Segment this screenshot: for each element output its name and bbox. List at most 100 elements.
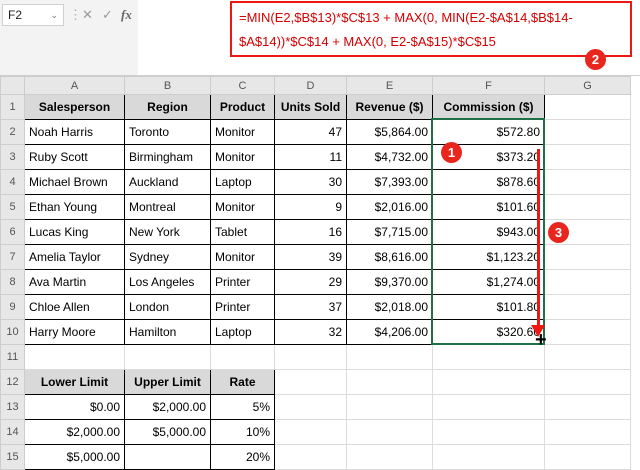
cell[interactable]: Lucas King xyxy=(24,219,125,245)
cell[interactable]: Sydney xyxy=(124,244,211,270)
row-number[interactable]: 1 xyxy=(0,94,25,120)
cell[interactable]: Amelia Taylor xyxy=(24,244,125,270)
header-cell[interactable]: Commission ($) xyxy=(432,94,545,120)
name-box[interactable]: F2 ⌄ xyxy=(2,4,64,26)
cell[interactable]: Monitor xyxy=(210,194,275,220)
cell[interactable]: 29 xyxy=(274,269,347,295)
cell[interactable]: Montreal xyxy=(124,194,211,220)
cell[interactable] xyxy=(124,344,211,370)
cell[interactable] xyxy=(544,269,631,295)
column-letter-a[interactable]: A xyxy=(24,76,125,95)
cell[interactable]: Laptop xyxy=(210,319,275,345)
cell[interactable]: Ruby Scott xyxy=(24,144,125,170)
cell[interactable]: $1,274.00 xyxy=(432,269,545,295)
cell[interactable]: $4,732.00 xyxy=(346,144,433,170)
cell[interactable] xyxy=(346,419,433,445)
cell[interactable]: 47 xyxy=(274,119,347,145)
cell[interactable]: $2,018.00 xyxy=(346,294,433,320)
cell[interactable]: $2,000.00 xyxy=(124,394,211,420)
cell[interactable]: 16 xyxy=(274,219,347,245)
insert-function-icon[interactable]: fx xyxy=(121,7,132,23)
cell[interactable]: Michael Brown xyxy=(24,169,125,195)
cell[interactable]: $2,000.00 xyxy=(24,419,125,445)
cell[interactable] xyxy=(544,144,631,170)
cell[interactable]: Monitor xyxy=(210,119,275,145)
cell[interactable]: $943.00 xyxy=(432,219,545,245)
cell[interactable] xyxy=(432,419,545,445)
cell[interactable]: Auckland xyxy=(124,169,211,195)
cell[interactable]: Printer xyxy=(210,294,275,320)
cell[interactable] xyxy=(274,369,347,395)
cell[interactable] xyxy=(544,319,631,345)
row-number[interactable]: 10 xyxy=(0,319,25,345)
column-letter-b[interactable]: B xyxy=(124,76,211,95)
cell[interactable] xyxy=(544,244,631,270)
row-number[interactable]: 15 xyxy=(0,444,25,470)
header-cell[interactable]: Upper Limit xyxy=(124,369,211,395)
cell[interactable]: Chloe Allen xyxy=(24,294,125,320)
cell[interactable] xyxy=(346,369,433,395)
cell[interactable]: Laptop xyxy=(210,169,275,195)
row-number[interactable]: 14 xyxy=(0,419,25,445)
cell[interactable]: $5,000.00 xyxy=(124,419,211,445)
cell[interactable] xyxy=(346,394,433,420)
cell[interactable] xyxy=(544,94,631,120)
cell[interactable]: $101.80 xyxy=(432,294,545,320)
header-cell[interactable]: Lower Limit xyxy=(24,369,125,395)
row-number[interactable]: 7 xyxy=(0,244,25,270)
cell[interactable]: $101.60 xyxy=(432,194,545,220)
header-cell[interactable]: Revenue ($) xyxy=(346,94,433,120)
row-number[interactable]: 5 xyxy=(0,194,25,220)
cell[interactable] xyxy=(432,394,545,420)
cell[interactable]: $4,206.00 xyxy=(346,319,433,345)
cell[interactable] xyxy=(346,344,433,370)
cell[interactable] xyxy=(544,294,631,320)
cell[interactable] xyxy=(24,344,125,370)
cell[interactable] xyxy=(544,194,631,220)
chevron-down-icon[interactable]: ⌄ xyxy=(50,10,58,21)
cell[interactable]: Hamilton xyxy=(124,319,211,345)
cell[interactable]: Los Angeles xyxy=(124,269,211,295)
cell[interactable]: Toronto xyxy=(124,119,211,145)
cell[interactable]: $8,616.00 xyxy=(346,244,433,270)
cell[interactable]: 9 xyxy=(274,194,347,220)
cell[interactable]: Noah Harris xyxy=(24,119,125,145)
cell[interactable]: Ethan Young xyxy=(24,194,125,220)
cell[interactable] xyxy=(544,119,631,145)
cell[interactable]: London xyxy=(124,294,211,320)
row-number[interactable]: 11 xyxy=(0,344,25,370)
cell[interactable]: $2,016.00 xyxy=(346,194,433,220)
cancel-icon[interactable]: ✕ xyxy=(82,7,93,23)
cell[interactable]: $878.60 xyxy=(432,169,545,195)
column-letter-g[interactable]: G xyxy=(544,76,631,95)
cell[interactable]: $0.00 xyxy=(24,394,125,420)
header-cell[interactable]: Product xyxy=(210,94,275,120)
row-number[interactable]: 13 xyxy=(0,394,25,420)
cell[interactable]: $7,715.00 xyxy=(346,219,433,245)
cell[interactable]: Monitor xyxy=(210,244,275,270)
column-letter-d[interactable]: D xyxy=(274,76,347,95)
column-letter-e[interactable]: E xyxy=(346,76,433,95)
cell-f2-selected[interactable]: $572.80 xyxy=(432,119,545,145)
cell[interactable]: $7,393.00 xyxy=(346,169,433,195)
formula-input[interactable]: =MIN(E2,$B$13)*$C$13 + MAX(0, MIN(E2-$A$… xyxy=(230,1,632,57)
cell[interactable] xyxy=(544,444,631,470)
cell[interactable]: 5% xyxy=(210,394,275,420)
cell[interactable]: 37 xyxy=(274,294,347,320)
cell[interactable]: Harry Moore xyxy=(24,319,125,345)
cell[interactable] xyxy=(274,344,347,370)
row-number[interactable]: 9 xyxy=(0,294,25,320)
cell[interactable]: Printer xyxy=(210,269,275,295)
header-cell[interactable]: Region xyxy=(124,94,211,120)
column-letter-c[interactable]: C xyxy=(210,76,275,95)
cell[interactable]: $5,864.00 xyxy=(346,119,433,145)
cell[interactable]: Ava Martin xyxy=(24,269,125,295)
enter-check-icon[interactable]: ✓ xyxy=(102,7,113,23)
header-cell[interactable]: Units Sold xyxy=(274,94,347,120)
cell[interactable]: $1,123.20 xyxy=(432,244,545,270)
cell[interactable] xyxy=(346,444,433,470)
header-cell[interactable]: Salesperson xyxy=(24,94,125,120)
cell[interactable]: $5,000.00 xyxy=(24,444,125,470)
row-number[interactable]: 4 xyxy=(0,169,25,195)
cell[interactable]: 32 xyxy=(274,319,347,345)
